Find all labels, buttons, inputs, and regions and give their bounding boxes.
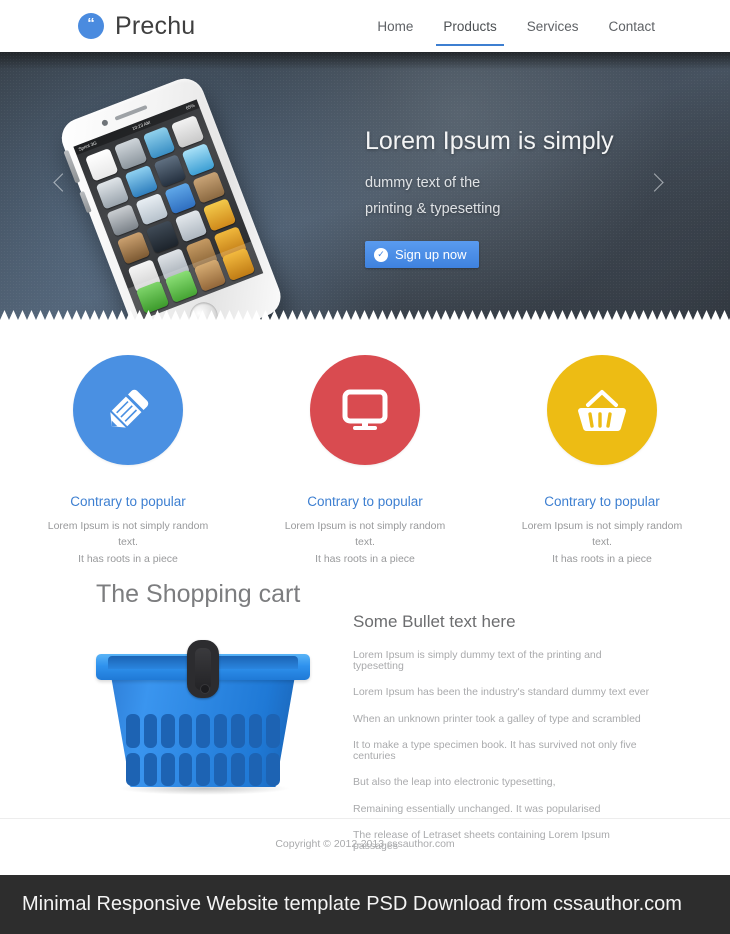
monitor-icon (310, 355, 420, 465)
shopping-cart-heading: The Shopping cart (96, 580, 301, 608)
feature-title: Contrary to popular (70, 494, 186, 509)
bullet-list: Lorem Ipsum is simply dummy text of the … (353, 650, 653, 851)
list-item: Remaining essentially unchanged. It was … (353, 802, 601, 815)
sign-up-button[interactable]: ✓ Sign up now (365, 241, 479, 269)
hero-copy: Lorem Ipsum is simply dummy text of the … (365, 127, 614, 269)
iphone-mockup: Sprint 3G 10:23 AM 65% (41, 52, 345, 325)
nav-item-home[interactable]: Home (374, 6, 416, 47)
hero-subtitle-line-1: dummy text of the (365, 174, 481, 191)
brand-name: Prechu (115, 11, 196, 40)
quote-icon: “ (78, 13, 104, 39)
feature-text-line-2: It has roots in a piece (78, 552, 178, 565)
nav-item-contact[interactable]: Contact (605, 6, 658, 47)
feature-text-line-1: Lorem Ipsum is not simply random text. (47, 520, 209, 549)
feature-title: Contrary to popular (307, 494, 423, 509)
promo-banner-text: Minimal Responsive Website template PSD … (22, 893, 682, 915)
list-item: When an unknown printer took a galley of… (353, 712, 641, 725)
site-header: “ Prechu Home Products Services Contact (0, 0, 730, 52)
chevron-left-icon[interactable] (53, 172, 82, 202)
main-navigation: Home Products Services Contact (374, 0, 658, 52)
feature-title: Contrary to popular (544, 494, 660, 509)
basket-slots (126, 714, 280, 786)
feature-card-monitor: Contrary to popular Lorem Ipsum is not s… (278, 355, 453, 567)
zigzag-divider (0, 310, 730, 325)
nav-item-services[interactable]: Services (524, 6, 582, 47)
list-item: Lorem Ipsum has been the industry's stan… (353, 686, 650, 698)
copyright-text: Copyright © 2012-2013 cssauthor.com (275, 838, 455, 850)
hero-banner: Sprint 3G 10:23 AM 65% Lorem Ipsum is si… (0, 52, 730, 325)
pencil-icon (73, 355, 183, 465)
list-item: But also the leap into electronic typese… (353, 776, 556, 788)
phone-speaker (114, 104, 148, 121)
list-item: Lorem Ipsum is simply dummy text of the … (353, 649, 602, 672)
promo-banner: Minimal Responsive Website template PSD … (0, 875, 730, 934)
sign-up-button-label: Sign up now (395, 247, 467, 263)
bullet-text-block: Some Bullet text here Lorem Ipsum is sim… (353, 612, 653, 867)
feature-text-line-2: It has roots in a piece (315, 552, 415, 565)
nav-item-products[interactable]: Products (436, 6, 505, 47)
features-section: Contrary to popular Lorem Ipsum is not s… (0, 355, 730, 567)
check-circle-icon: ✓ (374, 247, 388, 262)
brand-logo[interactable]: “ Prechu (78, 12, 195, 41)
list-item: It to make a type specimen book. It has … (353, 739, 637, 762)
feature-card-basket: Contrary to popular Lorem Ipsum is not s… (515, 355, 690, 567)
feature-text-line-1: Lorem Ipsum is not simply random text. (284, 520, 446, 549)
basket-icon (547, 355, 657, 465)
feature-text-line-2: It has roots in a piece (552, 552, 652, 565)
phone-camera-icon (101, 118, 109, 127)
footer-divider (0, 818, 730, 819)
chevron-right-icon[interactable] (645, 172, 674, 202)
hero-subtitle-line-2: printing & typesetting (365, 201, 501, 218)
basket-handle-rivet (200, 684, 210, 694)
feature-card-pencil: Contrary to popular Lorem Ipsum is not s… (41, 355, 216, 567)
feature-text-line-1: Lorem Ipsum is not simply random text. (521, 520, 683, 549)
phone-screen: Sprint 3G 10:23 AM 65% (73, 99, 264, 321)
hero-title: Lorem Ipsum is simply (365, 127, 614, 155)
shopping-basket-illustration (88, 632, 318, 797)
bullets-title: Some Bullet text here (353, 612, 516, 631)
